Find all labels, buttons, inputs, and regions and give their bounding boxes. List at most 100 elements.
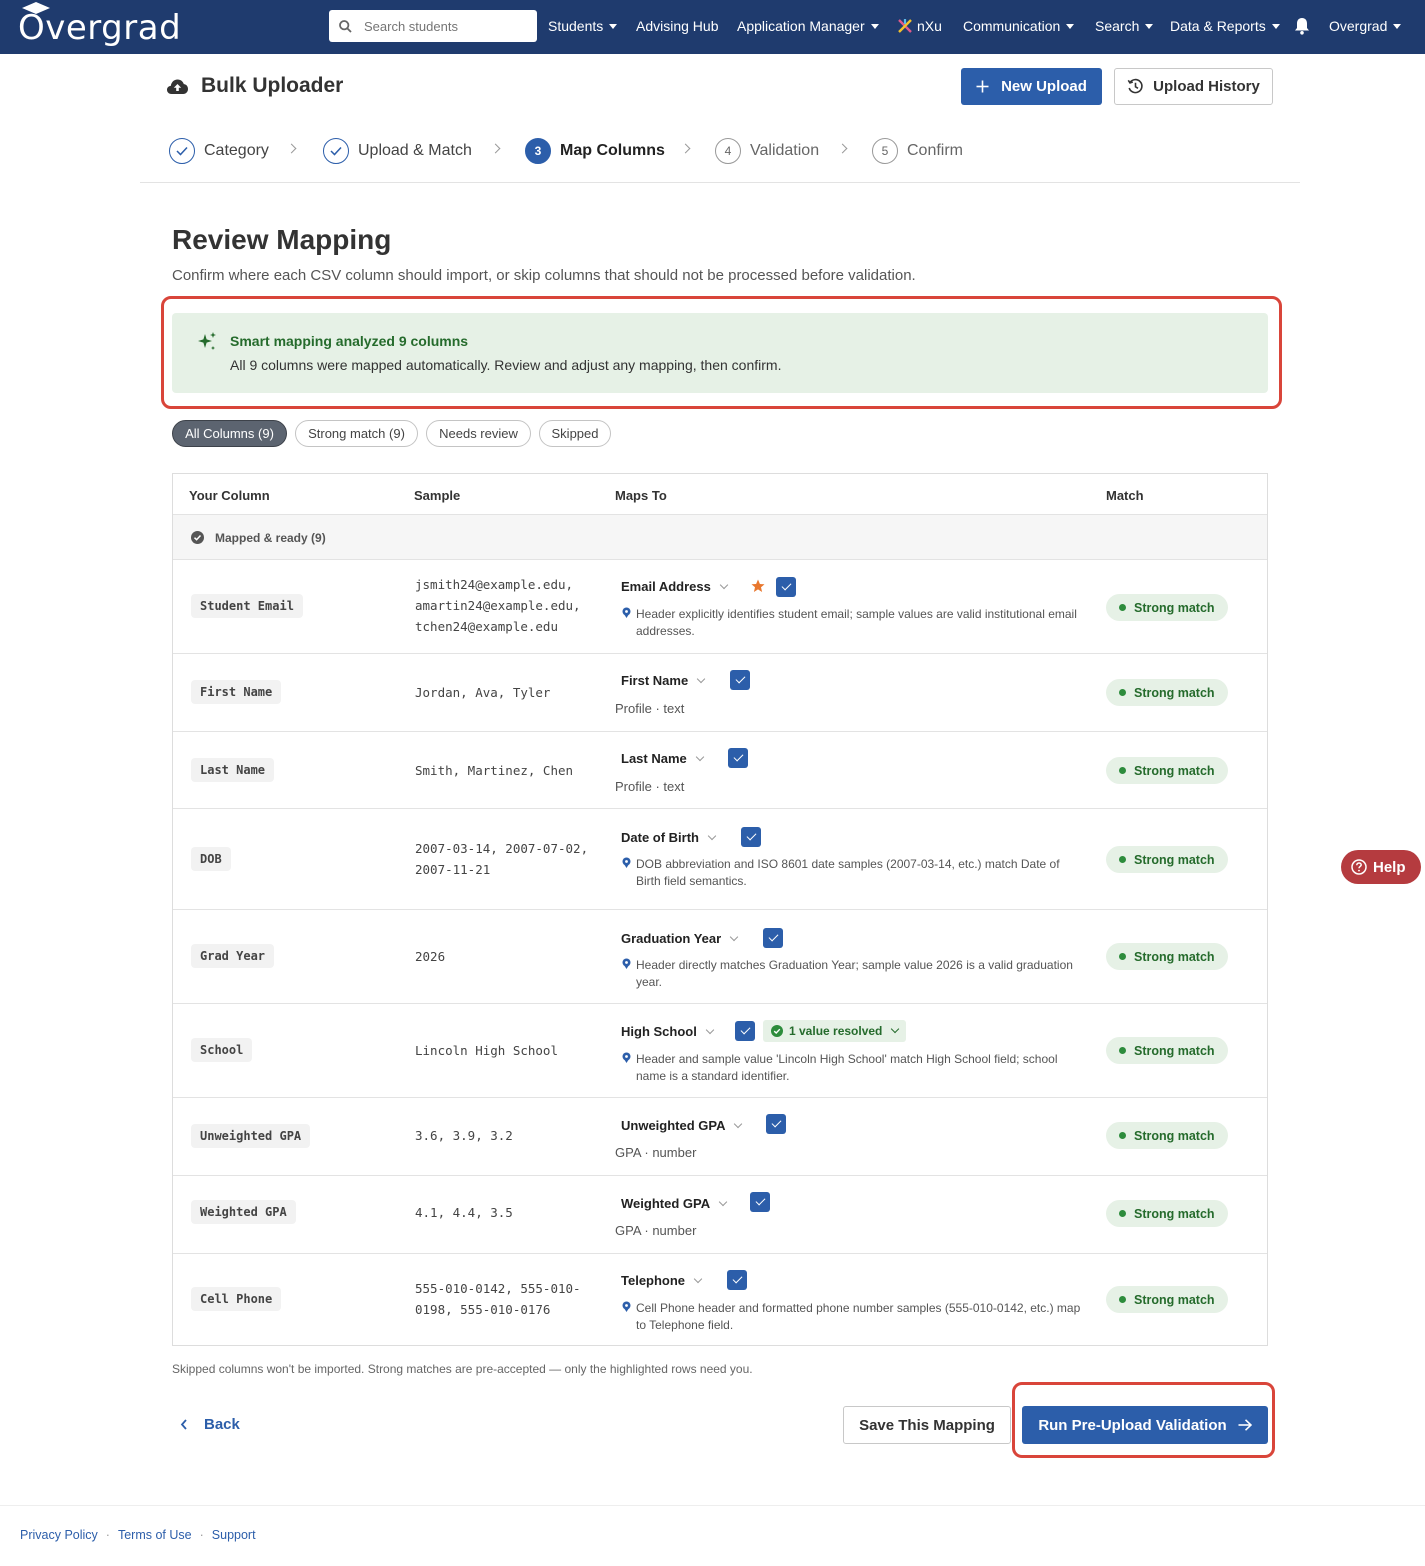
divider	[140, 182, 1300, 183]
maps-to-select[interactable]: Graduation Year	[621, 931, 739, 946]
step-category-label: Category	[204, 142, 269, 159]
filter-all-columns[interactable]: All Columns (9)	[172, 420, 287, 447]
info-pin-icon	[622, 607, 631, 618]
back-button[interactable]: Back	[180, 1416, 240, 1433]
mapping-reason-text: Header and sample value 'Lincoln High Sc…	[636, 1052, 1058, 1083]
column-name: Unweighted GPA	[191, 1124, 311, 1148]
accept-checkbox[interactable]	[750, 1192, 770, 1212]
search-input[interactable]	[364, 18, 524, 34]
page-title: Bulk Uploader	[166, 74, 343, 98]
accept-checkbox[interactable]	[776, 577, 796, 597]
filter-skipped[interactable]: Skipped	[539, 420, 611, 447]
step-separator-icon	[680, 143, 691, 154]
accept-checkbox[interactable]	[735, 1021, 755, 1041]
maps-to-select[interactable]: Date of Birth	[621, 830, 717, 845]
column-name: School	[191, 1038, 253, 1062]
accept-checkbox[interactable]	[763, 928, 783, 948]
step-map-columns[interactable]: 3 Map Columns	[525, 138, 665, 164]
notifications-button[interactable]	[1294, 17, 1310, 35]
maps-to-value: Unweighted GPA	[621, 1118, 726, 1133]
sample-values: 2026	[415, 949, 446, 964]
table-row: DOB 2007-03-14, 2007-07-02, 2007-11-21 D…	[173, 809, 1267, 910]
maps-to-select[interactable]: Last Name	[621, 751, 704, 766]
chevron-down-icon	[719, 580, 729, 589]
nav-data-reports[interactable]: Data & Reports	[1170, 18, 1280, 34]
filter-strong-match[interactable]: Strong match (9)	[295, 420, 418, 447]
maps-to-select[interactable]: Email Address	[621, 579, 729, 594]
maps-to-select[interactable]: Telephone	[621, 1273, 703, 1288]
step-validation[interactable]: 4 Validation	[715, 138, 819, 164]
support-link[interactable]: Support	[212, 1528, 256, 1542]
nav-advising-hub[interactable]: Advising Hub	[636, 18, 719, 34]
nav-account-menu[interactable]: Overgrad	[1329, 18, 1402, 34]
chevron-down-icon	[729, 932, 739, 941]
info-pin-icon	[622, 1301, 631, 1312]
history-icon	[1127, 78, 1143, 94]
step-category[interactable]: Category	[169, 138, 269, 164]
caret-down-icon	[870, 24, 879, 29]
plus-icon	[976, 80, 989, 93]
step-number: 3	[525, 138, 551, 164]
values-resolved-dropdown[interactable]: 1 value resolved	[763, 1020, 907, 1042]
maps-to-select[interactable]: High School	[621, 1024, 715, 1039]
maps-to-value: High School	[621, 1024, 697, 1039]
sample-values: 2007-03-14, 2007-07-02, 2007-11-21	[415, 841, 589, 877]
mapping-reason-text: Cell Phone header and formatted phone nu…	[636, 1301, 1081, 1332]
match-badge: Strong match	[1106, 1200, 1228, 1227]
nav-search-label: Search	[1095, 18, 1140, 34]
maps-to-value: Telephone	[621, 1273, 686, 1288]
column-name: Grad Year	[191, 944, 275, 968]
accept-checkbox[interactable]	[730, 670, 750, 690]
accept-checkbox[interactable]	[766, 1114, 786, 1134]
accept-checkbox[interactable]	[728, 748, 748, 768]
chevron-down-icon	[891, 1024, 900, 1034]
new-upload-button[interactable]: New Upload	[961, 68, 1102, 105]
column-name: Last Name	[191, 758, 275, 782]
chevron-down-icon	[693, 1274, 703, 1283]
sample-values: Smith, Martinez, Chen	[415, 763, 574, 778]
nav-students[interactable]: Students	[548, 18, 618, 34]
new-upload-label: New Upload	[1001, 78, 1087, 95]
arrow-right-icon	[1238, 1419, 1252, 1431]
nav-search[interactable]: Search	[1095, 18, 1154, 34]
upload-history-button[interactable]: Upload History	[1114, 68, 1273, 105]
field-meta: GPA · number	[615, 1145, 697, 1160]
accept-checkbox[interactable]	[741, 827, 761, 847]
maps-to-select[interactable]: Unweighted GPA	[621, 1118, 743, 1133]
mapping-reason: Header directly matches Graduation Year;…	[621, 957, 1081, 991]
nav-advising-hub-label: Advising Hub	[636, 18, 719, 34]
step-separator-icon	[286, 143, 297, 154]
star-icon[interactable]	[751, 579, 765, 593]
student-search[interactable]	[329, 10, 537, 42]
accept-checkbox[interactable]	[727, 1270, 747, 1290]
help-button[interactable]: Help	[1341, 850, 1421, 884]
sample-values: 3.6, 3.9, 3.2	[415, 1128, 513, 1143]
step-upload-match[interactable]: Upload & Match	[323, 138, 472, 164]
privacy-policy-link[interactable]: Privacy Policy	[20, 1528, 98, 1542]
nav-application-manager[interactable]: Application Manager	[737, 18, 879, 34]
save-mapping-button[interactable]: Save This Mapping	[843, 1406, 1011, 1444]
match-badge: Strong match	[1106, 1122, 1228, 1149]
column-name: Cell Phone	[191, 1287, 282, 1311]
mapping-reason-text: Header directly matches Graduation Year;…	[636, 958, 1073, 989]
table-row: Student Email jsmith24@example.edu, amar…	[173, 560, 1267, 654]
table-row: First Name Jordan, Ava, Tyler First Name…	[173, 654, 1267, 732]
review-mapping-title: Review Mapping	[172, 224, 392, 255]
terms-of-use-link[interactable]: Terms of Use	[118, 1528, 192, 1542]
bell-icon	[1295, 18, 1309, 35]
run-validation-button[interactable]: Run Pre-Upload Validation	[1022, 1406, 1268, 1444]
brand-logo[interactable]: Overgrad	[18, 2, 181, 48]
column-name: First Name	[191, 680, 282, 704]
group-mapped-ready[interactable]: Mapped & ready (9)	[173, 515, 1267, 560]
filter-needs-review[interactable]: Needs review	[426, 420, 531, 447]
nav-nxu[interactable]: nXu	[897, 18, 942, 34]
mapping-reason-text: DOB abbreviation and ISO 8601 date sampl…	[636, 857, 1060, 888]
step-map-columns-label: Map Columns	[560, 142, 665, 159]
nav-communication[interactable]: Communication	[963, 18, 1075, 34]
maps-to-select[interactable]: First Name	[621, 673, 706, 688]
help-label: Help	[1373, 858, 1406, 876]
step-separator-icon	[490, 143, 501, 154]
maps-to-select[interactable]: Weighted GPA	[621, 1196, 728, 1211]
step-confirm[interactable]: 5 Confirm	[872, 138, 963, 164]
table-header: Your Column Sample Maps To Match	[173, 474, 1267, 515]
